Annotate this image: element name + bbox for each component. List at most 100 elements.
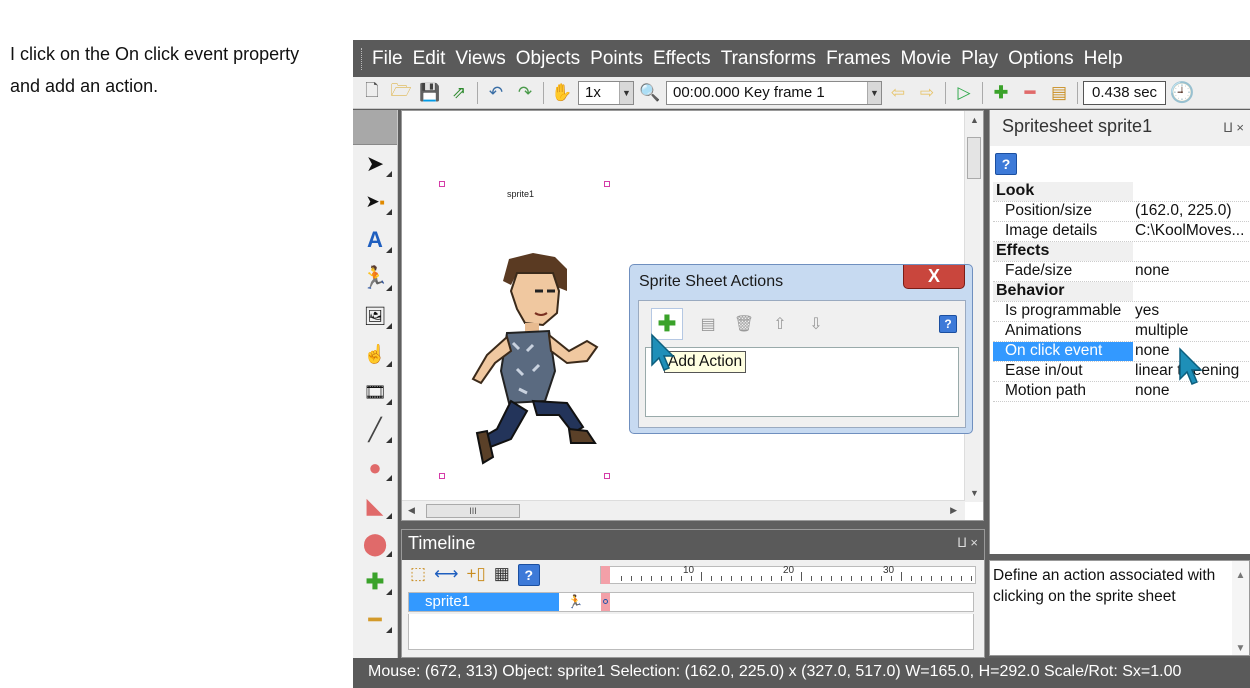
shape-tool-icon[interactable]: ◣	[353, 487, 397, 525]
close-button[interactable]: X	[903, 265, 965, 289]
property-row-motion-path[interactable]: Motion path none	[993, 382, 1249, 402]
timeline-body[interactable]	[408, 614, 974, 650]
timeline-ruler[interactable]: 10 20 30	[600, 565, 976, 584]
select-arrow-icon[interactable]: ➤	[353, 145, 397, 183]
scroll-thumb[interactable]: III	[426, 504, 520, 518]
menu-transforms[interactable]: Transforms	[719, 48, 824, 70]
property-row-is-programmable[interactable]: Is programmable yes	[993, 302, 1249, 322]
menu-points[interactable]: Points	[588, 48, 651, 70]
redo-icon[interactable]: ↷	[512, 81, 538, 105]
menu-views[interactable]: Views	[453, 48, 513, 70]
property-category-look[interactable]: Look	[993, 182, 1249, 202]
property-row-on-click-event[interactable]: On click event none	[993, 342, 1249, 362]
line-tool-icon[interactable]: ╱	[353, 411, 397, 449]
text-tool-icon[interactable]: A	[353, 221, 397, 259]
ruler-tick	[711, 576, 712, 581]
selection-handle[interactable]	[604, 181, 610, 187]
property-value[interactable]: none	[1133, 262, 1249, 281]
next-frame-icon[interactable]: ⇨	[914, 81, 940, 105]
undo-icon[interactable]: ↶	[483, 81, 509, 105]
scroll-down-icon[interactable]: ▼	[1232, 638, 1249, 659]
delete-action-icon[interactable]: 🗑	[733, 313, 755, 335]
add-layer-icon[interactable]: ⬚	[410, 564, 426, 586]
save-icon[interactable]: 💾	[417, 81, 443, 105]
stage-horizontal-scrollbar[interactable]: ◀ III ▶	[402, 500, 965, 520]
help-icon[interactable]: ?	[517, 564, 540, 586]
add-frame-icon[interactable]: ✚	[988, 81, 1014, 105]
selection-handle[interactable]	[439, 181, 445, 187]
panel-pin-close[interactable]: ⨿ ×	[1223, 120, 1244, 136]
menu-movie[interactable]: Movie	[898, 48, 959, 70]
menu-options[interactable]: Options	[1006, 48, 1081, 70]
open-folder-icon[interactable]: 🗁	[388, 81, 414, 105]
button-tool-icon[interactable]: ☝	[353, 335, 397, 373]
mouse-cursor-icon	[1179, 347, 1203, 385]
running-character-sprite[interactable]	[437, 251, 607, 471]
frame-properties-icon[interactable]: ▤	[1046, 81, 1072, 105]
panel-pin-close[interactable]: ⨿ ×	[957, 535, 978, 551]
property-row-fade-size[interactable]: Fade/size none	[993, 262, 1249, 282]
hand-pan-icon[interactable]: ✋	[549, 81, 575, 105]
ellipse-tool-icon[interactable]: ●	[353, 449, 397, 487]
menu-effects[interactable]: Effects	[651, 48, 719, 70]
playhead[interactable]	[601, 566, 610, 584]
export-icon[interactable]: ⇗	[446, 81, 472, 105]
menu-play[interactable]: Play	[959, 48, 1006, 70]
character-tool-icon[interactable]: 🏃	[353, 259, 397, 297]
scroll-left-icon[interactable]: ◀	[408, 505, 415, 516]
property-value[interactable]: C:\KoolMoves...	[1133, 222, 1249, 241]
selection-handle[interactable]	[604, 473, 610, 479]
chevron-down-icon[interactable]: ▼	[867, 81, 881, 104]
property-category-behavior[interactable]: Behavior	[993, 282, 1249, 302]
menu-frames[interactable]: Frames	[824, 48, 898, 70]
remove-point-icon[interactable]: ━	[353, 601, 397, 639]
move-up-icon[interactable]: ⇧	[769, 313, 791, 335]
edit-action-icon[interactable]: ▤	[697, 313, 719, 335]
scroll-right-icon[interactable]: ▶	[950, 505, 957, 516]
property-category-effects[interactable]: Effects	[993, 242, 1249, 262]
new-file-icon[interactable]: 🗋	[359, 81, 385, 105]
movie-clip-icon[interactable]: 🎞	[353, 373, 397, 411]
property-row-ease-in-out[interactable]: Ease in/out linear tweening	[993, 362, 1249, 382]
scroll-thumb[interactable]	[967, 137, 981, 179]
property-value[interactable]: multiple	[1133, 322, 1249, 341]
menu-objects[interactable]: Objects	[514, 48, 588, 70]
help-icon[interactable]: ?	[939, 315, 957, 333]
track-name[interactable]: sprite1	[409, 593, 559, 611]
keyframe-select[interactable]: 00:00.000 Key frame 1 ▼	[666, 80, 882, 105]
blob-tool-icon[interactable]: ⬤	[353, 525, 397, 563]
help-icon[interactable]: ?	[995, 153, 1017, 175]
property-row-animations[interactable]: Animations multiple	[993, 322, 1249, 342]
zoom-icon[interactable]: 🔍	[637, 81, 663, 105]
property-value[interactable]: yes	[1133, 302, 1249, 321]
play-icon[interactable]: ▷	[951, 81, 977, 105]
clock-icon[interactable]: 🕘	[1169, 81, 1195, 105]
frame-time-field[interactable]: 0.438 sec	[1083, 80, 1167, 105]
ruler-tick	[831, 576, 832, 581]
keyframe-marker[interactable]	[603, 599, 608, 604]
image-tool-icon[interactable]: 🖼	[353, 297, 397, 335]
scroll-up-icon[interactable]: ▲	[1232, 565, 1249, 586]
description-scrollbar[interactable]: ▲ ▼	[1232, 561, 1249, 655]
menu-edit[interactable]: Edit	[411, 48, 454, 70]
point-select-icon[interactable]: ➤ ■	[353, 183, 397, 221]
move-down-icon[interactable]: ⇩	[805, 313, 827, 335]
selection-handle[interactable]	[439, 473, 445, 479]
insert-frames-icon[interactable]: +▯	[466, 564, 485, 586]
remove-frame-icon[interactable]: ━	[1017, 81, 1043, 105]
frame-list-icon[interactable]: ▦	[494, 564, 510, 586]
zoom-select[interactable]: 1x ▼	[578, 80, 634, 105]
add-point-icon[interactable]: ✚	[353, 563, 397, 601]
menu-file[interactable]: File	[370, 48, 411, 70]
stretch-icon[interactable]: ⟷	[434, 564, 458, 586]
property-row-position-size[interactable]: Position/size (162.0, 225.0)	[993, 202, 1249, 222]
property-value[interactable]: (162.0, 225.0)	[1133, 202, 1249, 221]
previous-frame-icon[interactable]: ⇦	[885, 81, 911, 105]
scroll-down-icon[interactable]: ▼	[970, 488, 979, 498]
property-row-image-details[interactable]: Image details C:\KoolMoves...	[993, 222, 1249, 242]
property-name: Fade/size	[1005, 262, 1073, 279]
menu-help[interactable]: Help	[1082, 48, 1131, 70]
timeline-track[interactable]: sprite1 🏃	[408, 592, 974, 612]
chevron-down-icon[interactable]: ▼	[619, 81, 633, 104]
scroll-up-icon[interactable]: ▲	[970, 115, 979, 125]
